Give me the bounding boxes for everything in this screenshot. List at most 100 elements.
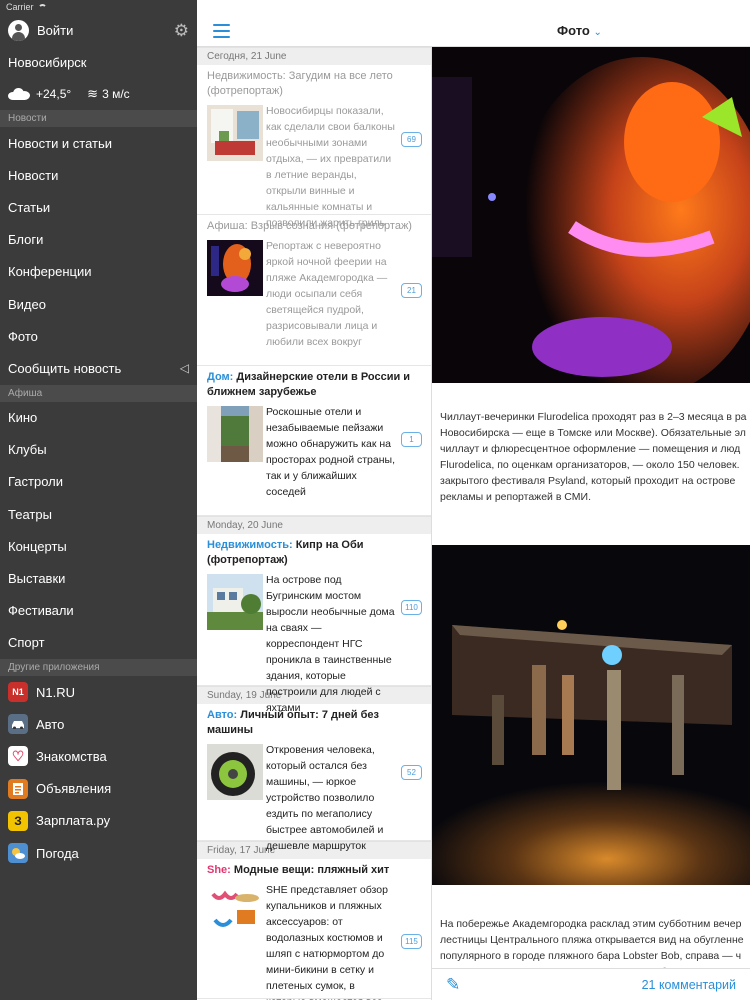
comments-link[interactable]: 21 комментарий <box>642 978 736 992</box>
news-title: Недвижимость: Кипр на Оби (фотрепортаж) <box>207 538 421 568</box>
news-item[interactable]: Недвижимость: Кипр на Оби (фотрепортаж) … <box>197 534 431 714</box>
photo-caption-line: Новосибирска — еще в Томске или Москве).… <box>440 427 746 439</box>
menu-item-label: Концерты <box>8 538 67 554</box>
menu-icon[interactable] <box>213 24 230 42</box>
compose-comment-icon[interactable]: ✎ <box>446 975 460 995</box>
city-selector[interactable]: Новосибирск <box>0 46 197 78</box>
menu-item-label: Сообщить новость <box>8 360 122 376</box>
news-title-text: Модные вещи: пляжный хит <box>233 864 390 876</box>
login-row[interactable]: Войти ⚙ <box>0 14 197 46</box>
menu-item-label: Видео <box>8 296 46 312</box>
menu-item-articles[interactable]: Статьи <box>0 191 197 223</box>
menu-item-label: Театры <box>8 506 52 522</box>
menu-item-report-news[interactable]: Сообщить новость ◁ <box>0 352 197 384</box>
menu-item-photo[interactable]: Фото <box>0 320 197 352</box>
comment-count-badge[interactable]: 115 <box>401 934 422 949</box>
photo-beach-bar-night <box>432 545 750 885</box>
news-summary: Роскошные отели и незабываемые пейзажи м… <box>266 406 395 498</box>
app-item-auto[interactable]: Авто <box>0 708 197 740</box>
news-feed[interactable]: Сегодня, 21 June Недвижимость: Загудим н… <box>197 47 432 1000</box>
menu-item-label: Статьи <box>8 199 51 215</box>
thumbnail-hotel <box>207 406 263 462</box>
news-summary: SHE представляет обзор купальников и пля… <box>266 884 388 1000</box>
car-icon <box>8 714 28 735</box>
menu-item-label: Новости и статьи <box>8 135 113 151</box>
menu-item-label: Выставки <box>8 571 66 587</box>
menu-item-theaters[interactable]: Театры <box>0 498 197 530</box>
section-title-dropdown[interactable]: Фото ⌄ <box>557 23 602 38</box>
news-title: Дом: Дизайнерские отели в России и ближн… <box>207 370 421 400</box>
news-item[interactable]: Дом: Дизайнерские отели в России и ближн… <box>197 366 431 516</box>
top-bar: Фото ⌄ <box>197 0 750 47</box>
news-summary: Репортаж с невероятно яркой ночной феери… <box>266 240 388 348</box>
app-item-label: N1.RU <box>36 684 76 700</box>
login-label[interactable]: Войти <box>37 23 174 38</box>
gear-icon[interactable]: ⚙ <box>174 22 189 39</box>
app-item-classifieds[interactable]: Объявления <box>0 773 197 805</box>
photo-caption-line: Чиллаут-вечеринки Flurodelica проходят р… <box>440 411 747 423</box>
comment-count-badge[interactable]: 110 <box>401 600 422 615</box>
photo-caption-line: популярного в городе пляжного бара Lobst… <box>440 950 742 962</box>
avatar-icon <box>8 19 29 41</box>
bottom-toolbar: ✎ 21 комментарий <box>432 968 750 1000</box>
menu-item-festivals[interactable]: Фестивали <box>0 595 197 627</box>
section-header-news: Новости <box>0 110 197 127</box>
news-summary: На острове под Бугринским мостом выросли… <box>266 574 395 714</box>
menu-item-news[interactable]: Новости <box>0 159 197 191</box>
menu-item-label: Кино <box>8 410 38 426</box>
news-summary: Новосибирцы показали, как сделали свои б… <box>266 105 395 229</box>
app-item-label: Погода <box>36 845 79 861</box>
news-item[interactable]: Авто: Личный опыт: 7 дней без машины Отк… <box>197 704 431 852</box>
photo-caption-line: чиллаут и флюресцентное оформление — пом… <box>440 443 741 455</box>
app-item-salary[interactable]: З Зарплата.ру <box>0 805 197 837</box>
zarplata-logo-icon: З <box>8 810 28 831</box>
section-header-afisha: Афиша <box>0 384 197 402</box>
app-item-n1[interactable]: N1 N1.RU <box>0 676 197 708</box>
news-summary: Откровения человека, который остался без… <box>266 744 384 852</box>
thumbnail-neon-party <box>207 240 263 296</box>
menu-item-label: Фестивали <box>8 603 74 619</box>
photo-article-view[interactable]: Чиллаут-вечеринки Flurodelica проходят р… <box>432 47 750 1000</box>
menu-item-sport[interactable]: Спорт <box>0 627 197 659</box>
news-title-text: Дизайнерские отели в России и ближнем за… <box>207 371 411 398</box>
menu-item-conferences[interactable]: Конференции <box>0 256 197 288</box>
menu-item-exhibitions[interactable]: Выставки <box>0 562 197 594</box>
menu-item-concerts[interactable]: Концерты <box>0 530 197 562</box>
comment-count-badge[interactable]: 1 <box>401 432 422 447</box>
comment-count-badge[interactable]: 52 <box>401 765 422 780</box>
temperature: +24,5° <box>36 87 72 101</box>
menu-item-video[interactable]: Видео <box>0 288 197 320</box>
news-category: Авто: <box>207 709 238 721</box>
heart-icon: ♡ <box>8 746 28 767</box>
app-item-weather[interactable]: Погода <box>0 837 197 869</box>
chevron-down-icon: ⌄ <box>593 27 602 38</box>
menu-item-news-articles[interactable]: Новости и статьи <box>0 127 197 159</box>
status-bar: Carrier <box>0 0 197 14</box>
menu-item-blogs[interactable]: Блоги <box>0 224 197 256</box>
comment-count-badge[interactable]: 69 <box>401 132 422 147</box>
menu-item-tours[interactable]: Гастроли <box>0 466 197 498</box>
news-title: Афиша: Взрыв сознания (фотрепортаж) <box>207 220 412 232</box>
date-header: Сегодня, 21 June <box>197 47 431 65</box>
menu-item-label: Гастроли <box>8 474 64 490</box>
news-item[interactable]: Афиша: Взрыв сознания (фотрепортаж) Репо… <box>197 215 431 366</box>
news-item[interactable]: She: Модные вещи: пляжный хит SHE предст… <box>197 859 431 1000</box>
app-item-dating[interactable]: ♡ Знакомства <box>0 740 197 772</box>
thumbnail-stilt-houses <box>207 574 263 630</box>
menu-item-label: Клубы <box>8 442 47 458</box>
menu-item-cinema[interactable]: Кино <box>0 402 197 434</box>
thumbnail-swimwear <box>207 884 263 940</box>
news-item[interactable]: Недвижимость: Загудим на все лето (фотре… <box>197 65 431 229</box>
photo-caption-line: На побережье Академгородка расклад этим … <box>440 918 742 930</box>
app-item-label: Зарплата.ру <box>36 813 111 829</box>
wind-icon: ≋ <box>87 86 98 101</box>
wind-speed: 3 м/с <box>102 87 130 101</box>
sidebar: Carrier Войти ⚙ Новосибирск +24,5° ≋ 3 м… <box>0 0 197 1000</box>
megaphone-icon: ◁ <box>179 361 189 376</box>
thumbnail-scooter <box>207 744 263 800</box>
photo-caption-line: лестницы Центрального пляжа открывается … <box>440 934 744 946</box>
menu-item-clubs[interactable]: Клубы <box>0 434 197 466</box>
news-category: Дом: <box>207 371 234 383</box>
comment-count-badge[interactable]: 21 <box>401 283 422 298</box>
weather-widget[interactable]: +24,5° ≋ 3 м/с <box>0 78 197 110</box>
